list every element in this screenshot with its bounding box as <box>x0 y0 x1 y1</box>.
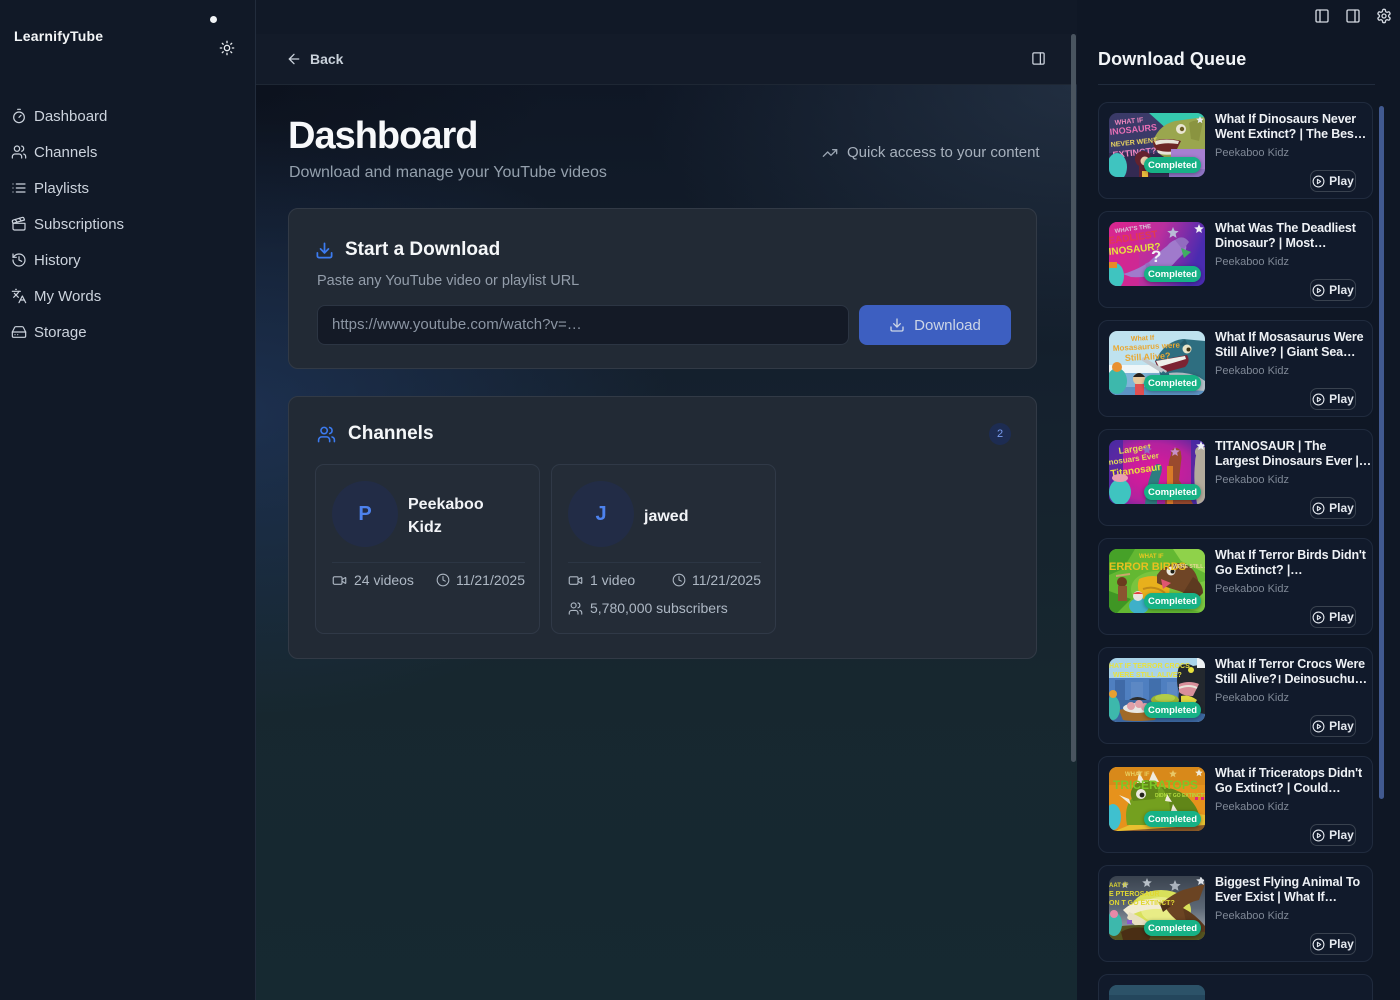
svg-text:AAT IF: AAT IF <box>1109 883 1128 889</box>
svg-text:ON T GO EXTINCT?: ON T GO EXTINCT? <box>1109 900 1175 907</box>
svg-text:WERE STILL ALIVE?: WERE STILL ALIVE? <box>1113 672 1182 679</box>
svg-text:WERE STILL ALIV: WERE STILL ALIV <box>1173 564 1205 570</box>
svg-text:TRICERATOPS: TRICERATOPS <box>1113 778 1198 792</box>
svg-text:WHAT IF: WHAT IF <box>1139 554 1164 560</box>
svg-text:E PTEROSAUR: E PTEROSAUR <box>1109 891 1160 898</box>
svg-text:HAT IF TERROR CROCS: HAT IF TERROR CROCS <box>1109 663 1190 670</box>
